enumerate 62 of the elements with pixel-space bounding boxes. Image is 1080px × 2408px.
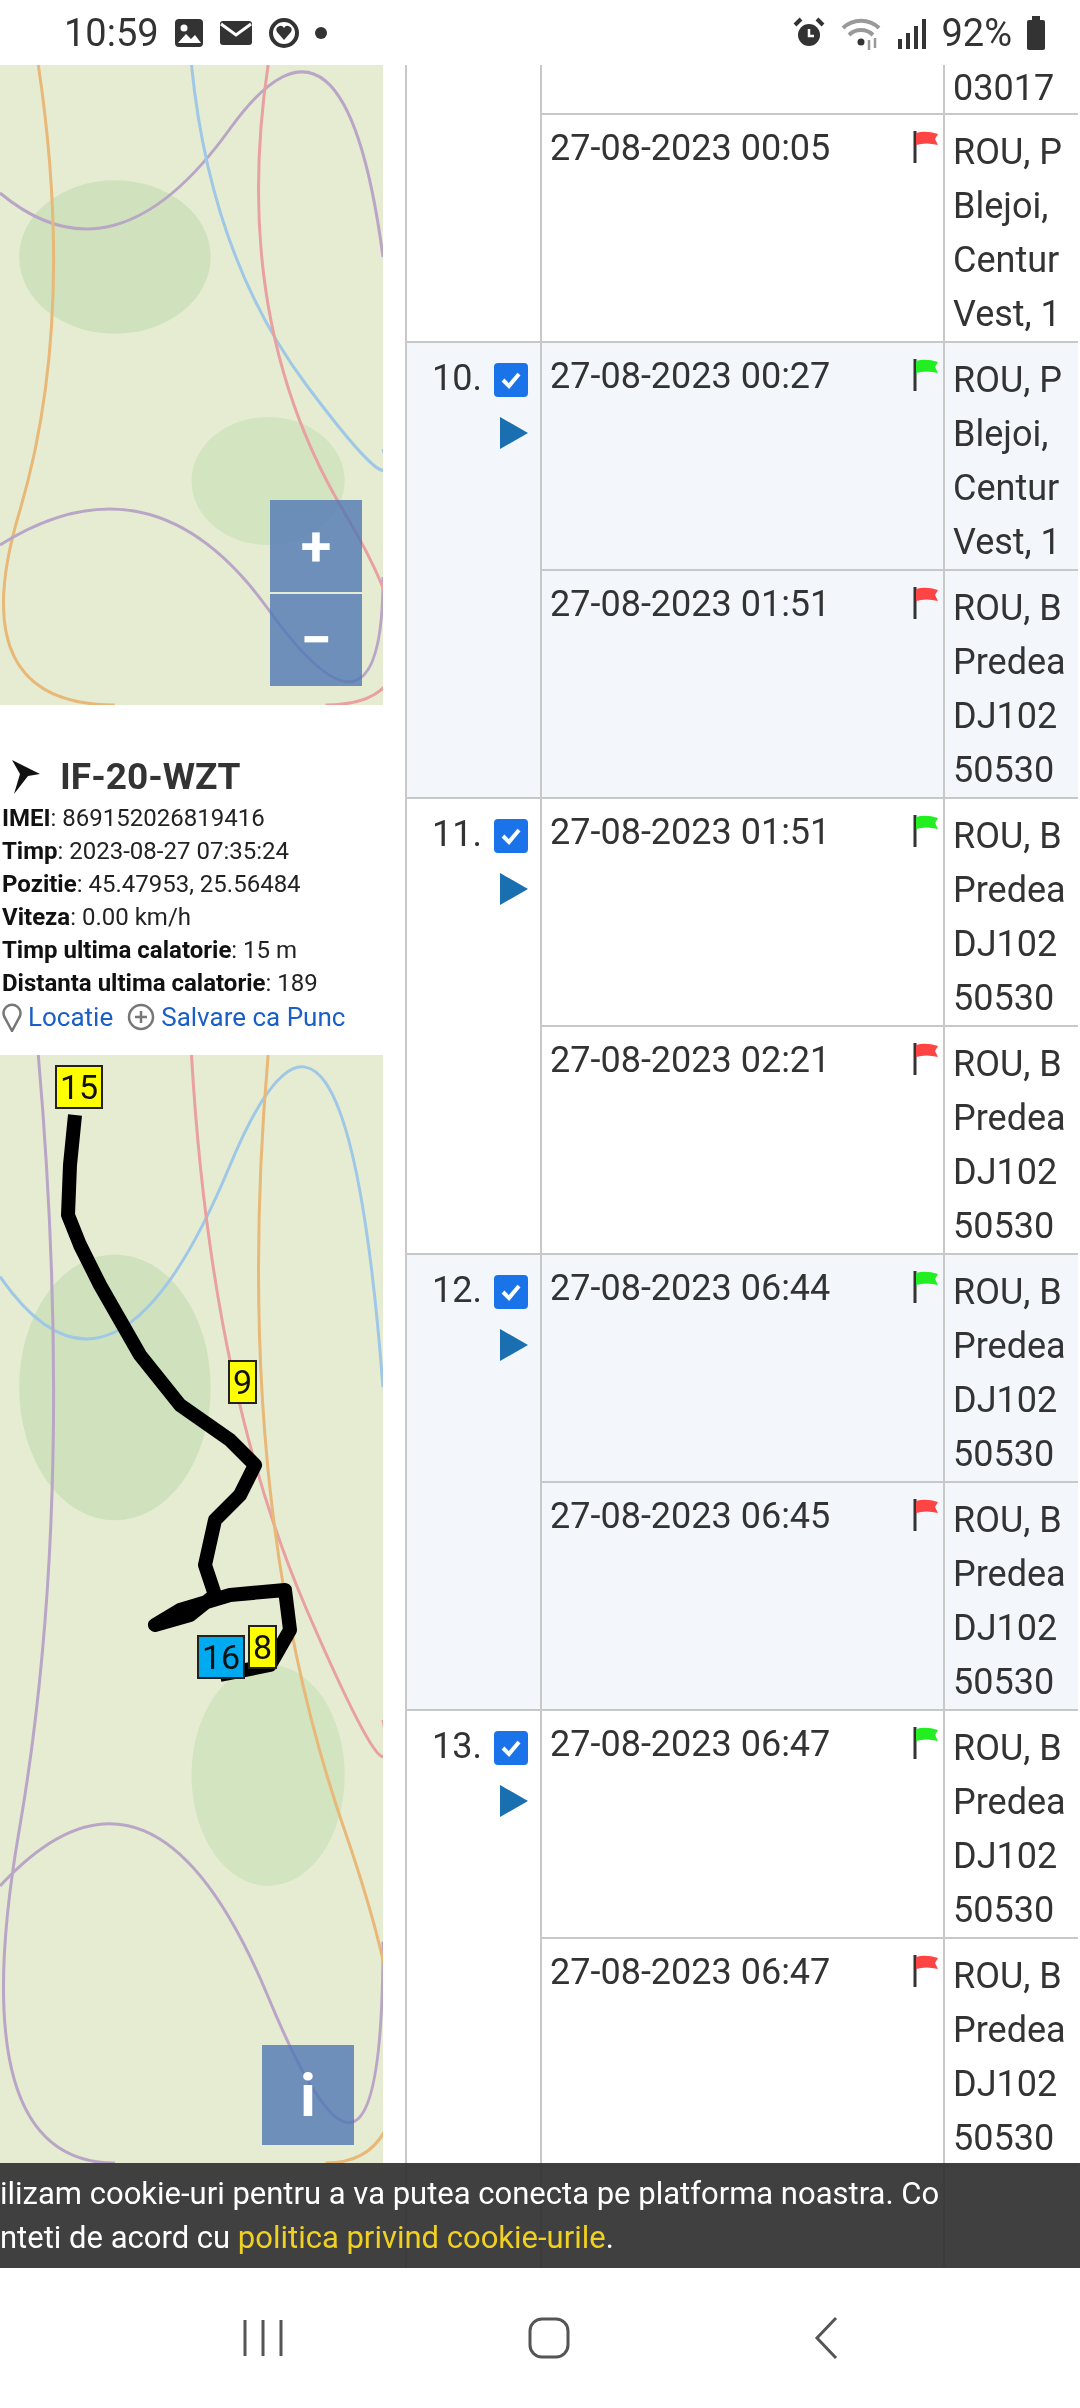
map-pin-icon: [2, 1002, 22, 1032]
address-text: ROU, P Blejoi, Centur Vest, 1: [953, 130, 1064, 337]
recent-apps-icon[interactable]: [241, 2318, 285, 2358]
address-text: 03017: [953, 66, 1056, 111]
alarm-icon: [793, 16, 826, 49]
map-marker[interactable]: 16: [197, 1635, 246, 1679]
save-point-link[interactable]: Salvare ca Punc: [161, 1002, 346, 1032]
address-text: ROU, P Blejoi, Centur Vest, 1: [953, 358, 1064, 565]
trip-number: 10.: [432, 357, 482, 399]
timestamp: 27-08-2023 06:44: [550, 1267, 831, 1309]
play-icon[interactable]: [500, 1329, 528, 1361]
vehicle-detail: IMEI: 869152026819416: [2, 803, 266, 834]
dot-icon: [314, 26, 327, 39]
timestamp: 27-08-2023 06:47: [550, 1951, 831, 1993]
address-text: ROU, B Predea DJ102 50530: [953, 586, 1067, 793]
checkbox[interactable]: [494, 363, 528, 397]
map-drawing[interactable]: [0, 1055, 383, 2163]
mail-icon: [218, 18, 253, 47]
image-icon: [172, 16, 205, 49]
add-circle-icon: [127, 1003, 156, 1031]
battery-icon: [1026, 15, 1046, 50]
home-icon[interactable]: [527, 2316, 571, 2360]
checkbox[interactable]: [494, 1275, 528, 1309]
play-icon[interactable]: [500, 417, 528, 449]
vehicle-detail: Timp ultima calatorie: 15 m: [2, 935, 299, 966]
timestamp: 27-08-2023 06:47: [550, 1723, 831, 1765]
checkbox[interactable]: [494, 819, 528, 853]
vehicle-detail: Distanta ultima calatorie: 189: [2, 968, 319, 999]
address-text: ROU, B Predea DJ102 50530: [953, 1498, 1067, 1705]
vehicle-name: IF-20-WZT: [60, 755, 241, 798]
battery-percent: 92%: [941, 10, 1012, 55]
vehicle-detail: Pozitie: 45.47953, 25.56484: [2, 869, 302, 900]
signal-icon: [897, 16, 928, 49]
timestamp: 27-08-2023 01:51: [550, 811, 831, 853]
map-marker[interactable]: 15: [55, 1065, 104, 1109]
address-text: ROU, B Predea DJ102 50530: [953, 814, 1067, 1021]
cookie-policy-link[interactable]: politica privind cookie-urile: [237, 2218, 606, 2256]
trip-number: 13.: [432, 1725, 482, 1767]
arrow-icon: [10, 757, 42, 796]
timestamp: 27-08-2023 02:21: [550, 1039, 831, 1081]
vehicle-detail: Viteza: 0.00 km/h: [2, 902, 192, 933]
map-marker[interactable]: 8: [248, 1625, 278, 1669]
address-text: ROU, B Predea DJ102 50530: [953, 1954, 1067, 2161]
back-icon[interactable]: [813, 2316, 839, 2360]
address-text: ROU, B Predea DJ102 50530: [953, 1270, 1067, 1477]
play-icon[interactable]: [500, 873, 528, 905]
vehicle-detail: Timp: 2023-08-27 07:35:24: [2, 836, 290, 867]
trip-number: 12.: [432, 1269, 482, 1311]
address-text: ROU, B Predea DJ102 50530: [953, 1726, 1067, 1933]
checkbox[interactable]: [494, 1731, 528, 1765]
trip-number: 11.: [432, 813, 482, 855]
address-text: ROU, B Predea DJ102 50530: [953, 1042, 1067, 1249]
clock-time: 10:59: [64, 10, 159, 55]
timestamp: 27-08-2023 00:05: [550, 127, 831, 169]
play-icon[interactable]: [500, 1785, 528, 1817]
timestamp: 27-08-2023 01:51: [550, 583, 831, 625]
map-marker[interactable]: 9: [228, 1360, 258, 1404]
timestamp: 27-08-2023 06:45: [550, 1495, 831, 1537]
timestamp: 27-08-2023 00:27: [550, 355, 831, 397]
cookie-notice: ilizam cookie-uri pentru a va putea conecta pe platforma noastra. Co nteti de acord cu politica privind cookie-urile.: [0, 2173, 940, 2258]
heart-circle-icon: [266, 15, 301, 50]
location-link[interactable]: Locatie: [28, 1002, 114, 1032]
